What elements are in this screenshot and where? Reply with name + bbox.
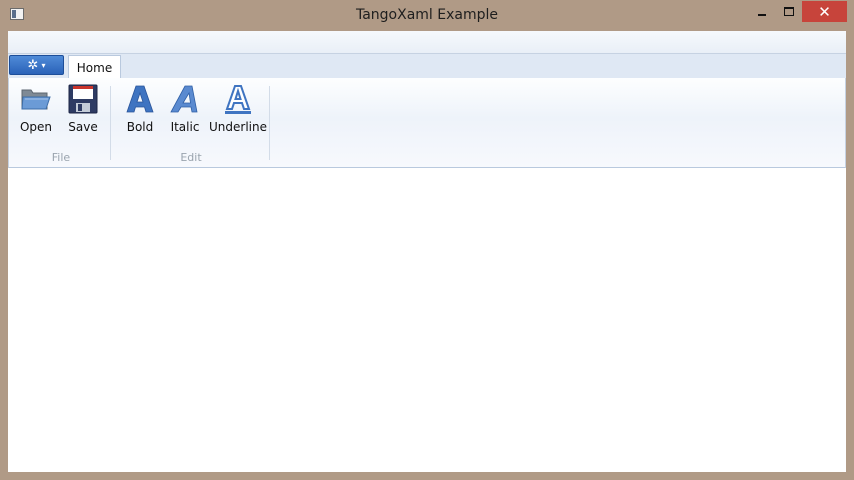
- bold-button[interactable]: Bold: [123, 82, 157, 136]
- application-menu-button[interactable]: ✲ ▾: [9, 55, 64, 75]
- app-window: TangoXaml Example ✕ ✲ ▾ Home Open Save F…: [0, 0, 854, 480]
- close-button[interactable]: ✕: [802, 1, 847, 22]
- window-title: TangoXaml Example: [355, 7, 499, 23]
- italic-button-label: Italic: [170, 120, 200, 134]
- ribbon-tab-row: ✲ ▾ Home: [8, 54, 846, 79]
- maximize-button[interactable]: [775, 1, 802, 22]
- bold-icon: [123, 82, 157, 116]
- minimize-icon: [757, 13, 766, 16]
- group-separator: [110, 86, 111, 160]
- italic-button[interactable]: Italic: [168, 82, 202, 136]
- group-label-edit: Edit: [180, 151, 202, 164]
- maximize-icon: [783, 7, 794, 16]
- bold-button-label: Bold: [126, 120, 154, 134]
- minimize-button[interactable]: [748, 1, 775, 22]
- floppy-disk-icon: [66, 82, 100, 116]
- client-area: ✲ ▾ Home Open Save File Bold Italic Unde…: [8, 31, 846, 472]
- underline-button-label: Underline: [209, 120, 267, 134]
- group-separator: [269, 86, 270, 160]
- open-button-label: Open: [19, 120, 53, 134]
- tab-home[interactable]: Home: [68, 55, 121, 79]
- quick-access-toolbar: [8, 31, 846, 54]
- italic-icon: [168, 82, 202, 116]
- ribbon-panel: Open Save File Bold Italic Underline Edi…: [8, 78, 846, 168]
- group-label-file: File: [51, 151, 71, 164]
- folder-open-icon: [19, 82, 53, 116]
- close-icon: ✕: [818, 2, 831, 21]
- document-area[interactable]: [8, 168, 846, 472]
- open-button[interactable]: Open: [19, 82, 53, 136]
- title-bar[interactable]: TangoXaml Example ✕: [0, 0, 854, 31]
- save-button[interactable]: Save: [66, 82, 100, 136]
- tab-home-label: Home: [76, 60, 113, 75]
- underline-icon: [221, 82, 255, 116]
- save-button-label: Save: [68, 120, 98, 134]
- gear-icon: ✲: [27, 57, 39, 73]
- chevron-down-icon: ▾: [41, 60, 46, 70]
- underline-button[interactable]: Underline: [209, 82, 267, 136]
